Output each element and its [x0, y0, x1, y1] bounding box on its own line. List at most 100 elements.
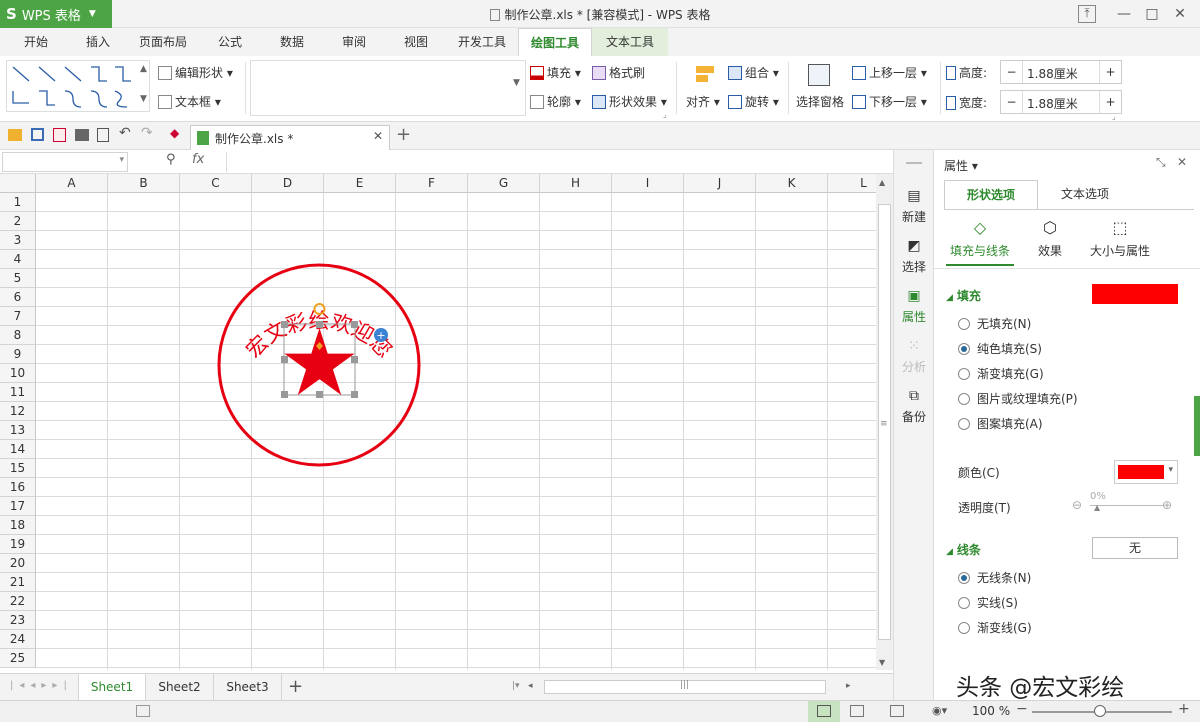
zoom-out-button[interactable]: − — [1016, 701, 1028, 717]
maximize-button[interactable]: □ — [1142, 4, 1162, 24]
sheet-tab-2[interactable]: Sheet2 — [146, 674, 214, 701]
tab-formulas[interactable]: 公式 — [208, 28, 252, 56]
fill-section-header[interactable]: ◢ 填充 — [946, 287, 981, 304]
scroll-down-arrow[interactable]: ▼ — [879, 658, 885, 667]
scroll-up-arrow[interactable]: ▲ — [879, 178, 885, 187]
reading-mode-icon[interactable]: ◉▾ — [932, 704, 947, 717]
fill-option[interactable]: 图片或纹理填充(P) — [958, 390, 1078, 407]
panel-title[interactable]: 属性 ▾ — [944, 157, 978, 174]
add-sheet-button[interactable]: + — [288, 676, 303, 697]
star-icon[interactable] — [284, 328, 355, 395]
close-button[interactable]: ✕ — [1170, 4, 1190, 24]
subtab-fill-line[interactable]: ◇ 填充与线条 — [946, 218, 1014, 259]
color-picker-button[interactable]: ▾ — [1114, 460, 1178, 484]
radio-icon[interactable] — [958, 622, 970, 634]
gallery-up-arrow[interactable]: ▲ — [140, 64, 147, 74]
tab-page-layout[interactable]: 页面布局 — [134, 28, 192, 56]
tab-text-options[interactable]: 文本选项 — [1038, 180, 1132, 210]
radio-icon[interactable] — [958, 597, 970, 609]
radio-icon[interactable] — [958, 368, 970, 380]
transparency-thumb[interactable]: ▲ — [1094, 503, 1100, 512]
style-gallery-more[interactable]: ▼ — [513, 78, 520, 88]
formula-input[interactable] — [226, 152, 890, 172]
send-backward-button[interactable]: 下移一层 ▾ — [852, 93, 927, 110]
vertical-scrollbar[interactable]: ▲ ≡ ▼ — [876, 174, 893, 670]
tab-review[interactable]: 审阅 — [332, 28, 376, 56]
tab-data[interactable]: 数据 — [270, 28, 314, 56]
transparency-decrease-icon[interactable]: ⊖ — [1072, 498, 1082, 512]
name-box[interactable]: ▾ — [2, 152, 128, 172]
fill-option[interactable]: 图案填充(A) — [958, 415, 1043, 432]
edit-shape-button[interactable]: 编辑形状 ▾ — [158, 64, 233, 81]
tab-shape-options[interactable]: 形状选项 — [944, 180, 1038, 210]
tab-text-tools[interactable]: 文本工具 — [592, 28, 668, 56]
ribbon-collapse-icon[interactable]: ⤒ — [1078, 5, 1096, 23]
side-properties-button[interactable]: ▣ 属性 — [894, 288, 934, 325]
group-button[interactable]: 组合 ▾ — [728, 64, 779, 81]
print-icon[interactable] — [75, 129, 89, 141]
sheet-tab-1[interactable]: Sheet1 — [78, 674, 146, 701]
zoom-in-button[interactable]: + — [1178, 701, 1190, 717]
text-box-button[interactable]: 文本框 ▾ — [158, 93, 221, 110]
fill-button[interactable]: 填充 ▾ — [530, 64, 581, 81]
resize-handle[interactable] — [281, 321, 288, 328]
bring-forward-button[interactable]: 上移一层 ▾ — [852, 64, 927, 81]
transparency-slider[interactable] — [1090, 505, 1164, 506]
resize-handle[interactable] — [351, 356, 358, 363]
tab-view[interactable]: 视图 — [394, 28, 438, 56]
side-analysis-button[interactable]: ⁙ 分析 — [894, 338, 934, 375]
gallery-more-arrow[interactable]: ▼ — [140, 94, 147, 104]
sheet-tab-3[interactable]: Sheet3 — [214, 674, 282, 701]
zoom-formula-icon[interactable]: ⚲ — [166, 152, 176, 167]
height-decrease-button[interactable]: − — [1001, 61, 1023, 83]
fill-color-preview[interactable] — [1092, 284, 1178, 304]
line-option[interactable]: 无线条(N) — [958, 569, 1031, 586]
rotate-handle-icon[interactable] — [313, 303, 326, 315]
sheet-nav-arrows[interactable]: |◂◂▸▸| — [10, 680, 73, 691]
selection-pane-button[interactable]: 选择窗格 — [796, 93, 844, 110]
print-preview-icon[interactable] — [97, 128, 109, 142]
tab-drawing-tools[interactable]: 绘图工具 — [518, 28, 592, 56]
subtab-effects[interactable]: ⬡ 效果 — [1022, 218, 1078, 259]
redo-icon[interactable]: ↷ — [141, 125, 153, 141]
fill-option[interactable]: 纯色填充(S) — [958, 340, 1042, 357]
resize-handle[interactable] — [351, 391, 358, 398]
outline-button[interactable]: 轮廓 ▾ — [530, 93, 581, 110]
align-button[interactable]: 对齐 ▾ — [686, 93, 720, 110]
side-select-button[interactable]: ◩ 选择 — [894, 238, 934, 275]
macro-record-icon[interactable] — [136, 705, 150, 717]
undo-icon[interactable]: ↶ — [119, 125, 131, 141]
dialog-launcher-icon[interactable]: ⌟ — [663, 110, 667, 119]
new-tab-button[interactable]: + — [396, 124, 411, 145]
scroll-right-arrow[interactable]: ▸ — [846, 681, 851, 691]
resize-handle[interactable] — [281, 391, 288, 398]
format-painter-button[interactable]: 格式刷 — [592, 64, 645, 81]
tab-developer[interactable]: 开发工具 — [452, 28, 512, 56]
document-tab[interactable]: 制作公章.xls * ✕ — [190, 125, 390, 150]
resize-handle[interactable] — [281, 356, 288, 363]
rotate-button[interactable]: 旋转 ▾ — [728, 93, 779, 110]
name-box-dropdown-icon[interactable]: ▾ — [119, 155, 124, 165]
height-value[interactable]: 1.88厘米 — [1027, 65, 1078, 82]
page-layout-view-icon[interactable] — [890, 705, 904, 717]
spreadsheet-grid[interactable]: ABCDEFGHIJKL 1 2 3 4 5 6 7 8 9 10 11 12 13 14 15 16 17 18… — [0, 174, 876, 670]
customize-icon[interactable]: ◆ — [170, 126, 179, 140]
open-folder-icon[interactable] — [8, 129, 22, 141]
zoom-level[interactable]: 100 % — [972, 704, 1010, 718]
save-icon[interactable] — [31, 128, 44, 141]
close-tab-icon[interactable]: ✕ — [373, 129, 383, 143]
panel-close-icon[interactable]: ✕ — [1177, 155, 1187, 169]
width-increase-button[interactable]: + — [1099, 91, 1121, 113]
scroll-left-arrow[interactable]: ◂ — [528, 681, 533, 691]
minimize-button[interactable]: — — [1114, 4, 1134, 24]
shape-effects-button[interactable]: 形状效果 ▾ — [592, 93, 667, 110]
fill-option[interactable]: 渐变填充(G) — [958, 365, 1044, 382]
selected-star-shape[interactable]: + — [276, 302, 396, 402]
side-backup-button[interactable]: ⧉ 备份 — [894, 388, 934, 425]
height-stepper[interactable]: − 1.88厘米 + — [1000, 60, 1122, 84]
fill-option[interactable]: 无填充(N) — [958, 315, 1031, 332]
fx-button[interactable]: fx — [192, 152, 204, 167]
line-shape-gallery[interactable] — [6, 60, 150, 112]
panel-edge-handle[interactable] — [1194, 396, 1200, 456]
transparency-increase-icon[interactable]: ⊕ — [1162, 498, 1172, 512]
